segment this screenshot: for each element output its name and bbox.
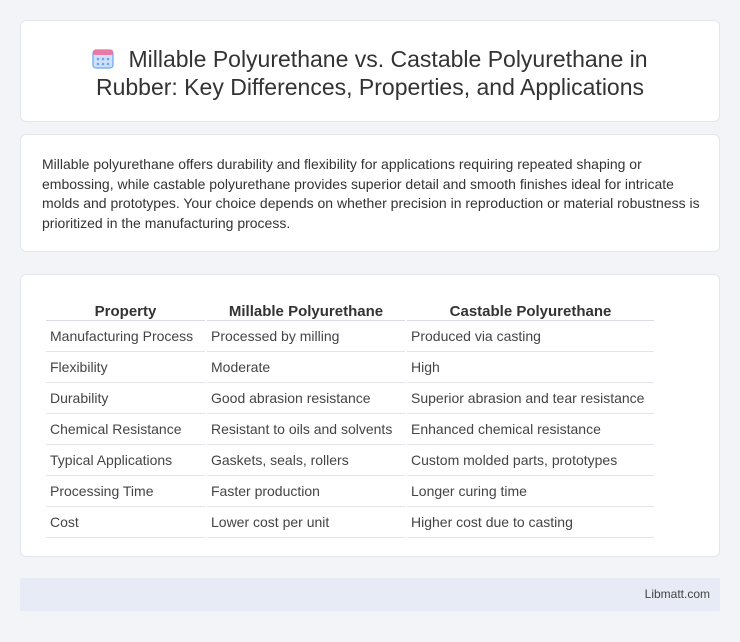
comparison-card: Property Millable Polyurethane Castable … <box>20 274 720 557</box>
table-row: Typical Applications Gaskets, seals, rol… <box>46 445 654 476</box>
cell-millable: Processed by milling <box>207 321 405 352</box>
cell-millable: Gaskets, seals, rollers <box>207 445 405 476</box>
cell-castable: Custom molded parts, prototypes <box>407 445 654 476</box>
header-castable: Castable Polyurethane <box>407 295 654 321</box>
cell-castable: Superior abrasion and tear resistance <box>407 383 654 414</box>
footer-brand-link[interactable]: Libmatt.com <box>645 587 710 601</box>
cell-castable: Produced via casting <box>407 321 654 352</box>
footer: Libmatt.com <box>20 578 720 611</box>
cell-millable: Lower cost per unit <box>207 507 405 538</box>
header-property: Property <box>46 295 205 321</box>
table-row: Flexibility Moderate High <box>46 352 654 383</box>
cell-property: Manufacturing Process <box>46 321 205 352</box>
cell-castable: High <box>407 352 654 383</box>
cell-property: Flexibility <box>46 352 205 383</box>
summary-text: Millable polyurethane offers durability … <box>42 156 700 231</box>
cell-property: Processing Time <box>46 476 205 507</box>
title-line-1: Millable Polyurethane vs. Castable Polyu… <box>128 46 648 72</box>
comparison-table: Property Millable Polyurethane Castable … <box>44 295 656 538</box>
cell-property: Typical Applications <box>46 445 205 476</box>
table-header-row: Property Millable Polyurethane Castable … <box>46 295 654 321</box>
table-row: Durability Good abrasion resistance Supe… <box>46 383 654 414</box>
table-row: Chemical Resistance Resistant to oils an… <box>46 414 654 445</box>
table-row: Manufacturing Process Processed by milli… <box>46 321 654 352</box>
cell-property: Cost <box>46 507 205 538</box>
table-row: Processing Time Faster production Longer… <box>46 476 654 507</box>
cell-castable: Longer curing time <box>407 476 654 507</box>
cell-castable: Enhanced chemical resistance <box>407 414 654 445</box>
header-millable: Millable Polyurethane <box>207 295 405 321</box>
page-title: Millable Polyurethane vs. Castable Polyu… <box>21 45 719 101</box>
cell-millable: Faster production <box>207 476 405 507</box>
cell-millable: Resistant to oils and solvents <box>207 414 405 445</box>
title-line-2: Rubber: Key Differences, Properties, and… <box>95 74 645 100</box>
cell-millable: Good abrasion resistance <box>207 383 405 414</box>
cell-property: Chemical Resistance <box>46 414 205 445</box>
title-card: Millable Polyurethane vs. Castable Polyu… <box>20 20 720 122</box>
table-row: Cost Lower cost per unit Higher cost due… <box>46 507 654 538</box>
cell-millable: Moderate <box>207 352 405 383</box>
cell-castable: Higher cost due to casting <box>407 507 654 538</box>
calendar-icon <box>92 49 115 69</box>
cell-property: Durability <box>46 383 205 414</box>
summary-card: Millable polyurethane offers durability … <box>20 134 720 252</box>
